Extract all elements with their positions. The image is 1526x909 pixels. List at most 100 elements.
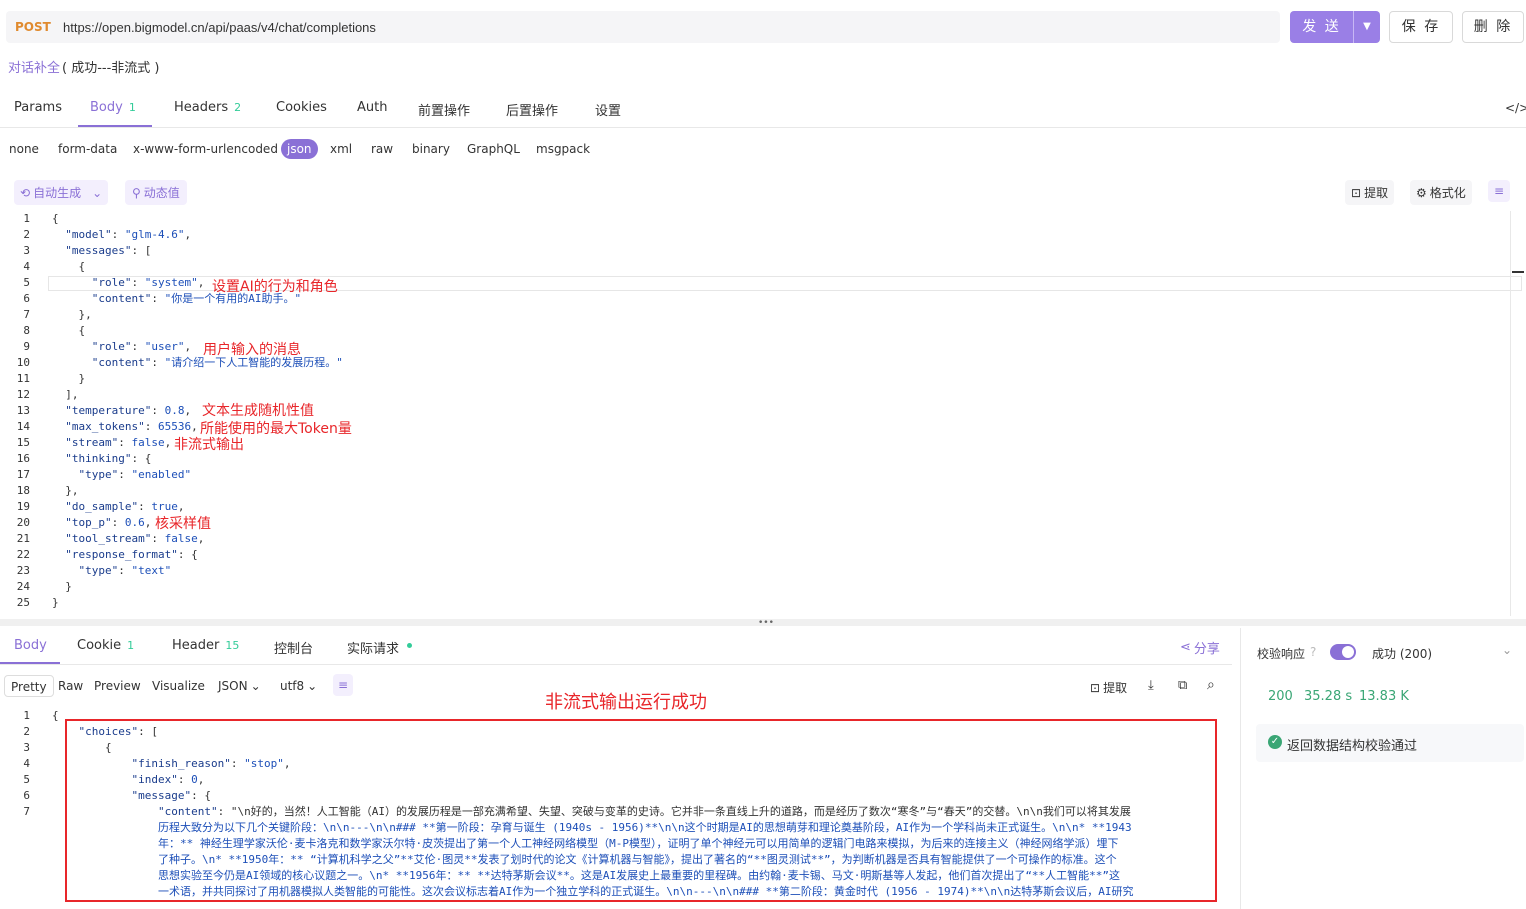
response-line[interactable]: {{ — [52, 708, 1212, 724]
code-line[interactable]: "tool_stream": false, "tool_stream": fal… — [52, 531, 204, 547]
body-type-form-data[interactable]: form-data — [58, 142, 117, 156]
line-number: 4 — [23, 260, 30, 273]
url-input[interactable]: https://open.bigmodel.cn/api/paas/v4/cha… — [63, 20, 376, 35]
response-extract-button[interactable]: ⊡ 提取 — [1090, 679, 1127, 696]
method-select[interactable]: POST — [15, 20, 63, 34]
line-number: 16 — [16, 452, 30, 465]
send-button[interactable]: 发 送 ▼ — [1290, 11, 1380, 43]
tab-后置操作[interactable]: 后置操作 — [506, 100, 558, 119]
response-tab-console[interactable]: 控制台 — [274, 638, 313, 657]
tab-cookies[interactable]: Cookies — [276, 100, 327, 115]
copy-icon[interactable]: ⧉ — [1178, 678, 1187, 693]
response-tab-header[interactable]: Header 15 — [172, 638, 239, 653]
code-line[interactable]: "stream": false, "stream": false, — [52, 435, 171, 451]
response-line[interactable]: "index": 0, "index": 0, — [52, 772, 1212, 788]
format-select[interactable]: JSON ⌄ — [218, 679, 261, 693]
tab-auth[interactable]: Auth — [357, 100, 387, 115]
code-line[interactable]: "type": "text" "type": "text" — [52, 563, 172, 579]
validate-toggle[interactable] — [1330, 644, 1356, 660]
chevron-down-icon[interactable]: ⌄ — [1502, 643, 1512, 657]
request-title[interactable]: 对话补全 — [8, 61, 60, 76]
tab-label: Headers — [174, 100, 229, 115]
auto-generate-button[interactable]: ⟲ 自动生成 ⌄ — [14, 180, 109, 205]
response-line[interactable]: "choices": [ "choices": [ — [52, 724, 1212, 740]
help-icon[interactable]: ? — [1310, 645, 1316, 659]
tab-label: 后置操作 — [506, 104, 559, 119]
body-type-json[interactable]: json — [281, 139, 318, 159]
view-mode-visualize[interactable]: Visualize — [146, 675, 211, 697]
response-tab-body[interactable]: Body — [14, 638, 47, 653]
response-tab-actual-request[interactable]: 实际请求 — [347, 638, 399, 657]
response-size: 13.83 K — [1359, 689, 1409, 704]
share-button[interactable]: ⋖ 分享 — [1180, 638, 1220, 657]
tab-前置操作[interactable]: 前置操作 — [418, 100, 470, 119]
extract-button[interactable]: ⊡ 提取 — [1345, 180, 1395, 205]
body-type-msgpack[interactable]: msgpack — [536, 142, 590, 156]
line-number: 8 — [23, 324, 30, 337]
save-button[interactable]: 保 存 — [1389, 11, 1453, 43]
code-line[interactable]: }, }, — [52, 307, 91, 323]
code-line[interactable]: }} — [52, 595, 59, 611]
encoding-select[interactable]: utf8 ⌄ — [280, 679, 317, 693]
view-mode-pretty[interactable]: Pretty — [4, 675, 54, 697]
code-line[interactable]: "role": "user", "role": "user", — [52, 339, 191, 355]
delete-button[interactable]: 删 除 — [1462, 11, 1524, 43]
body-type-raw[interactable]: raw — [371, 142, 393, 156]
code-line[interactable]: } } — [52, 579, 72, 595]
auto-icon: ⟲ — [20, 185, 31, 200]
scrollbar-thumb[interactable] — [1512, 271, 1524, 273]
drag-handle-icon[interactable]: ••• — [758, 618, 774, 628]
code-line[interactable]: "top_p": 0.6, "top_p": 0.6, — [52, 515, 151, 531]
tab-params[interactable]: Params — [14, 100, 62, 115]
code-line[interactable]: "messages": [ "messages": [ — [52, 243, 151, 259]
body-type-binary[interactable]: binary — [412, 142, 450, 156]
chevron-down-icon[interactable]: ⌄ — [92, 186, 102, 200]
code-icon[interactable]: </> — [1505, 101, 1526, 115]
code-line[interactable]: "max_tokens": 65536, "max_tokens": 65536… — [52, 419, 197, 435]
wrap-icon[interactable]: ≡ — [1488, 180, 1511, 202]
code-line[interactable]: "content": "你是一个有用的AI助手。" "content": "你是… — [52, 291, 301, 307]
line-number: 5 — [23, 276, 30, 289]
code-line[interactable]: "type": "enabled" "type": "enabled" — [52, 467, 192, 483]
format-button[interactable]: ⚙ 格式化 — [1410, 180, 1472, 205]
code-line[interactable]: {{ — [52, 211, 59, 227]
code-line[interactable]: { { — [52, 259, 85, 275]
body-type-xml[interactable]: xml — [330, 142, 352, 156]
tab-headers[interactable]: Headers 2 — [174, 100, 241, 115]
code-line[interactable]: "model": "glm-4.6", "model": "glm-4.6", — [52, 227, 191, 243]
tab-设置[interactable]: 设置 — [595, 100, 621, 119]
body-type-none[interactable]: none — [9, 142, 39, 156]
code-line[interactable]: "content": "请介绍一下人工智能的发展历程。" "content": … — [52, 355, 343, 371]
response-line[interactable]: "message": { "message": { — [52, 788, 1212, 804]
chevron-down-icon[interactable]: ▼ — [1353, 11, 1380, 43]
code-line[interactable]: "response_format": { "response_format": … — [52, 547, 197, 563]
code-line[interactable]: "temperature": 0.8, "temperature": 0.8, — [52, 403, 191, 419]
code-line[interactable]: "thinking": { "thinking": { — [52, 451, 151, 467]
code-line[interactable]: "role": "system", "role": "system", — [52, 275, 205, 291]
code-line[interactable]: }, }, — [52, 483, 78, 499]
url-bar[interactable]: POST https://open.bigmodel.cn/api/paas/v… — [6, 11, 1280, 43]
code-line[interactable]: { { — [52, 323, 85, 339]
tab-body[interactable]: Body 1 — [90, 100, 136, 115]
search-icon[interactable]: ⌕ — [1207, 677, 1215, 693]
response-line[interactable]: "content": "\n好的，当然！人工智能（AI）的发展历程是一部充满希望… — [52, 804, 1212, 820]
response-line[interactable]: "finish_reason": "stop", "finish_reason"… — [52, 756, 1212, 772]
line-number: 9 — [23, 340, 30, 353]
response-line[interactable]: { { — [52, 740, 1212, 756]
status-dot — [407, 643, 412, 648]
dynamic-value-button[interactable]: ⚲ 动态值 — [125, 180, 187, 205]
body-type-x-www-form-urlencoded[interactable]: x-www-form-urlencoded — [133, 142, 278, 156]
code-line[interactable]: ], ], — [52, 387, 78, 403]
chevron-down-icon: ⌄ — [307, 679, 318, 693]
line-number: 14 — [16, 420, 30, 433]
code-line[interactable]: } } — [52, 371, 85, 387]
download-icon[interactable]: ⤓ — [1148, 678, 1154, 693]
response-tab-cookie[interactable]: Cookie 1 — [77, 638, 134, 653]
view-mode-raw[interactable]: Raw — [52, 675, 89, 697]
view-mode-preview[interactable]: Preview — [88, 675, 147, 697]
send-label[interactable]: 发 送 — [1290, 11, 1353, 43]
wrap-icon[interactable]: ≡ — [333, 674, 354, 696]
body-type-graphql[interactable]: GraphQL — [467, 142, 520, 156]
code-line[interactable]: "do_sample": true, "do_sample": true, — [52, 499, 184, 515]
extract-label: 提取 — [1364, 186, 1389, 200]
